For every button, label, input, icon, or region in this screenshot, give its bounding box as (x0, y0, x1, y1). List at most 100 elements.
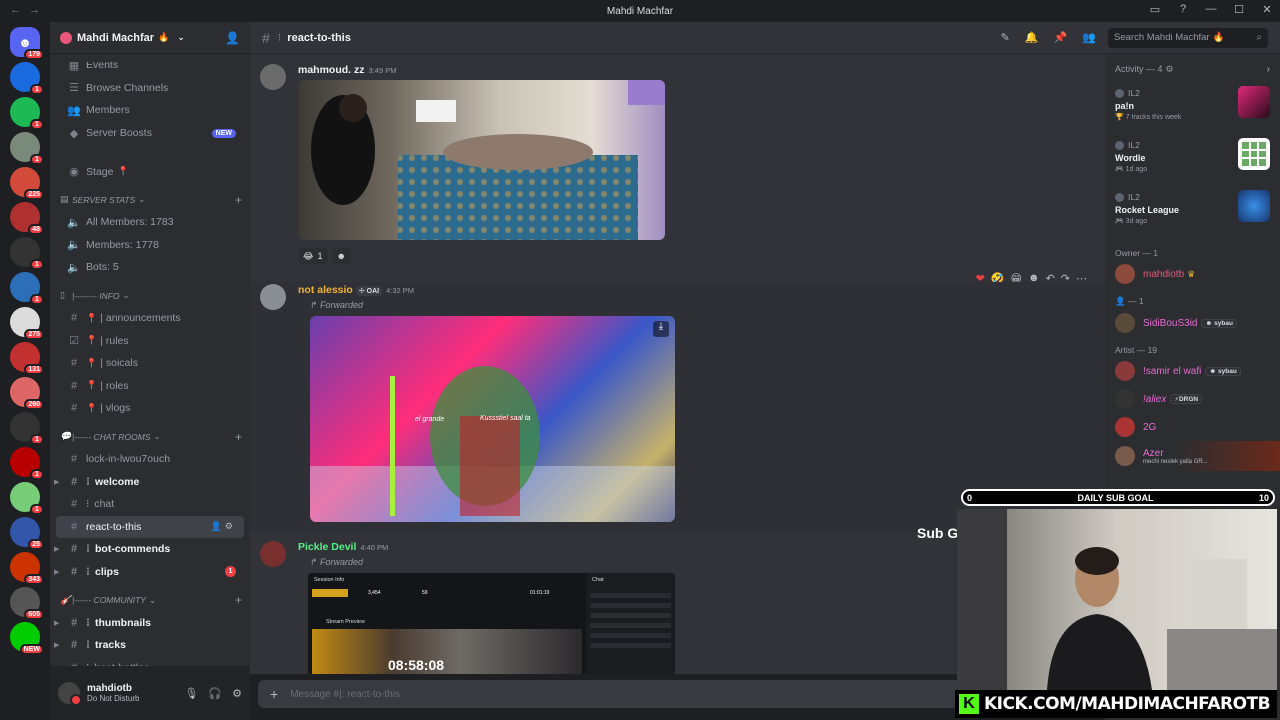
member-name: !samir el wafi (1143, 365, 1202, 377)
download-icon[interactable]: ⤓ (653, 321, 669, 337)
channel-lock-in[interactable]: # lock-in-lwou7ouch (56, 448, 244, 471)
home-button[interactable]: ☻ 179 (10, 27, 44, 60)
chevron-right-icon[interactable]: › (1267, 64, 1270, 75)
sidebar-item-browse-channels[interactable]: ☰ Browse Channels (56, 77, 244, 100)
activity-card[interactable]: IL2 pa!n 🏆 7 tracks this week (1105, 84, 1280, 136)
message-author[interactable]: not alessio ✢ OAI 4:32 PM (298, 284, 414, 296)
server-icon[interactable]: 275 (10, 307, 44, 340)
add-member-icon[interactable]: 👤 (225, 31, 240, 45)
stat-all-members[interactable]: 🔈 All Members: 1783 (56, 211, 244, 234)
channel-clips[interactable]: ▶ # ⁝ clips 1 (54, 561, 244, 584)
reaction-laugh[interactable]: 😂 1 (298, 248, 328, 264)
members-icon: 👥 (67, 104, 81, 117)
chevron-down-icon: ⌄ (153, 431, 161, 442)
sidebar-item-stage[interactable]: ◉ Stage 📍 (56, 160, 244, 183)
gear-icon[interactable]: ⚙ (232, 687, 242, 700)
minimize-button[interactable]: — (1204, 3, 1218, 16)
thread-icon: ⁝ (86, 498, 90, 511)
channel-bot-commends[interactable]: ▶ # ⁝ bot-commends (54, 538, 244, 561)
server-icon[interactable]: 1 (10, 97, 44, 130)
help-icon[interactable]: ? (1176, 3, 1190, 16)
category-community[interactable]: 🎸 |------ COMMUNITY ⌄ + (50, 589, 250, 611)
stat-bots[interactable]: 🔈 Bots: 5 (56, 256, 244, 279)
mic-icon[interactable]: 🎙 (184, 687, 198, 700)
avatar[interactable] (260, 284, 286, 310)
member-item[interactable]: !aliex ⚡DRGN (1105, 385, 1280, 413)
server-icon[interactable]: 260 (10, 377, 44, 410)
chat-lines (590, 593, 671, 653)
activity-card[interactable]: IL2 Rocket League 🎮 3d ago (1105, 188, 1280, 240)
sidebar-item-members[interactable]: 👥 Members (56, 99, 244, 122)
member-item[interactable]: SidiBouS3id ☻ sybau (1105, 309, 1280, 337)
add-channel-icon[interactable]: + (235, 430, 242, 444)
threads-icon[interactable]: ✎ (1001, 31, 1010, 44)
activity-card[interactable]: IL2 Wordle 🎮 1d ago (1105, 136, 1280, 188)
server-icon[interactable]: 1 (10, 412, 44, 445)
server-icon[interactable]: 1 (10, 482, 44, 515)
server-icon[interactable]: 25 (10, 517, 44, 550)
close-button[interactable]: ✕ (1260, 3, 1274, 16)
server-icon[interactable]: 1 (10, 272, 44, 305)
member-item[interactable]: mahdiotb ♛ (1105, 260, 1280, 288)
server-header[interactable]: Mahdi Machfar 🔥 ⌄ 👤 (50, 22, 250, 54)
message-image[interactable] (298, 80, 665, 240)
caret-right-icon: ▶ (54, 642, 60, 650)
member-item[interactable]: Azer mechi neslek yalla GR... (1105, 441, 1280, 471)
message-image[interactable]: el grande Kussstiel saal ta ⤓ (310, 316, 675, 522)
channel-settings-icons[interactable]: 👤⚙ (211, 521, 236, 532)
server-icon[interactable]: 1 (10, 237, 44, 270)
server-icon[interactable]: NEW (10, 622, 44, 655)
add-channel-icon[interactable]: + (235, 593, 242, 607)
member-list-icon[interactable]: 👥 (1082, 31, 1096, 44)
channel-announcements[interactable]: # 📍 | announcements (56, 307, 244, 330)
pin-icon[interactable]: 📌 (1054, 31, 1068, 44)
stat-members[interactable]: 🔈 Members: 1778 (56, 234, 244, 257)
album-art (1238, 86, 1270, 118)
channel-tracks[interactable]: ▶ # ⁝ tracks (54, 634, 244, 657)
channel-thumbnails[interactable]: ▶ # ⁝ thumbnails (54, 611, 244, 634)
channel-react-to-this[interactable]: # react-to-this 👤⚙ (56, 515, 244, 539)
avatar[interactable] (260, 541, 286, 567)
channel-label: | announcements (100, 312, 181, 325)
server-icon[interactable]: 605 (10, 587, 44, 620)
channel-soicals[interactable]: # 📍 | soicals (56, 352, 244, 375)
member-item[interactable]: !samir el wafi ☻ sybau (1105, 357, 1280, 385)
add-attachment-icon[interactable]: + (270, 686, 278, 702)
sidebar-item-server-boosts[interactable]: ◆ Server Boosts NEW (56, 122, 244, 145)
category-server-stats[interactable]: ▤ SERVER STATS ⌄ + (50, 189, 250, 211)
category-chat-rooms[interactable]: 💬 |------ CHAT ROOMS ⌄ + (50, 426, 250, 448)
bedroom-photo (311, 80, 665, 240)
message-image[interactable]: Session Info 3,454 59 01:01:19 Stream Pr… (308, 573, 675, 674)
channel-welcome[interactable]: ▶ # ⁝ welcome (54, 470, 244, 493)
channel-vlogs[interactable]: # 📍 | vlogs (56, 397, 244, 420)
member-item[interactable]: 2G (1105, 413, 1280, 441)
server-icon[interactable]: 343 (10, 552, 44, 585)
server-icon[interactable]: 225 (10, 167, 44, 200)
gear-icon[interactable]: ⚙ (1166, 64, 1174, 75)
server-icon[interactable]: 48 (10, 202, 44, 235)
inbox-icon[interactable]: ▭ (1148, 3, 1162, 16)
avatar[interactable] (58, 682, 82, 706)
sidebar-item-events[interactable]: ▦ Events (56, 62, 244, 77)
channel-rules[interactable]: ☑ 📍 | rules (56, 329, 244, 352)
channel-chat[interactable]: # ⁝ chat (56, 493, 244, 516)
bell-icon[interactable]: 🔔 (1025, 31, 1039, 44)
channel-roles[interactable]: # 📍 | roles (56, 375, 244, 398)
avatar (1115, 140, 1124, 150)
headphones-icon[interactable]: 🎧 (208, 687, 222, 700)
add-reaction-button[interactable]: ☻ (331, 248, 352, 264)
notification-badge: 275 (24, 329, 44, 340)
server-icon[interactable]: 1 (10, 447, 44, 480)
maximize-button[interactable]: ☐ (1232, 3, 1246, 16)
message-author[interactable]: Pickle Devil 4:40 PM (298, 541, 388, 553)
server-icon[interactable]: 131 (10, 342, 44, 375)
server-name: Mahdi Machfar (77, 31, 155, 44)
message-author[interactable]: mahmoud. zz 3:49 PM (298, 64, 396, 76)
server-icon[interactable]: 1 (10, 132, 44, 165)
server-icon[interactable]: 1 (10, 62, 44, 95)
search-input[interactable]: Search Mahdi Machfar 🔥 ⌕ (1108, 27, 1268, 48)
avatar[interactable] (260, 64, 286, 90)
add-channel-icon[interactable]: + (235, 193, 242, 207)
thread-icon: ⁝ (277, 32, 282, 44)
category-info[interactable]: ▯ |-------- INFO ⌄ (50, 285, 250, 307)
